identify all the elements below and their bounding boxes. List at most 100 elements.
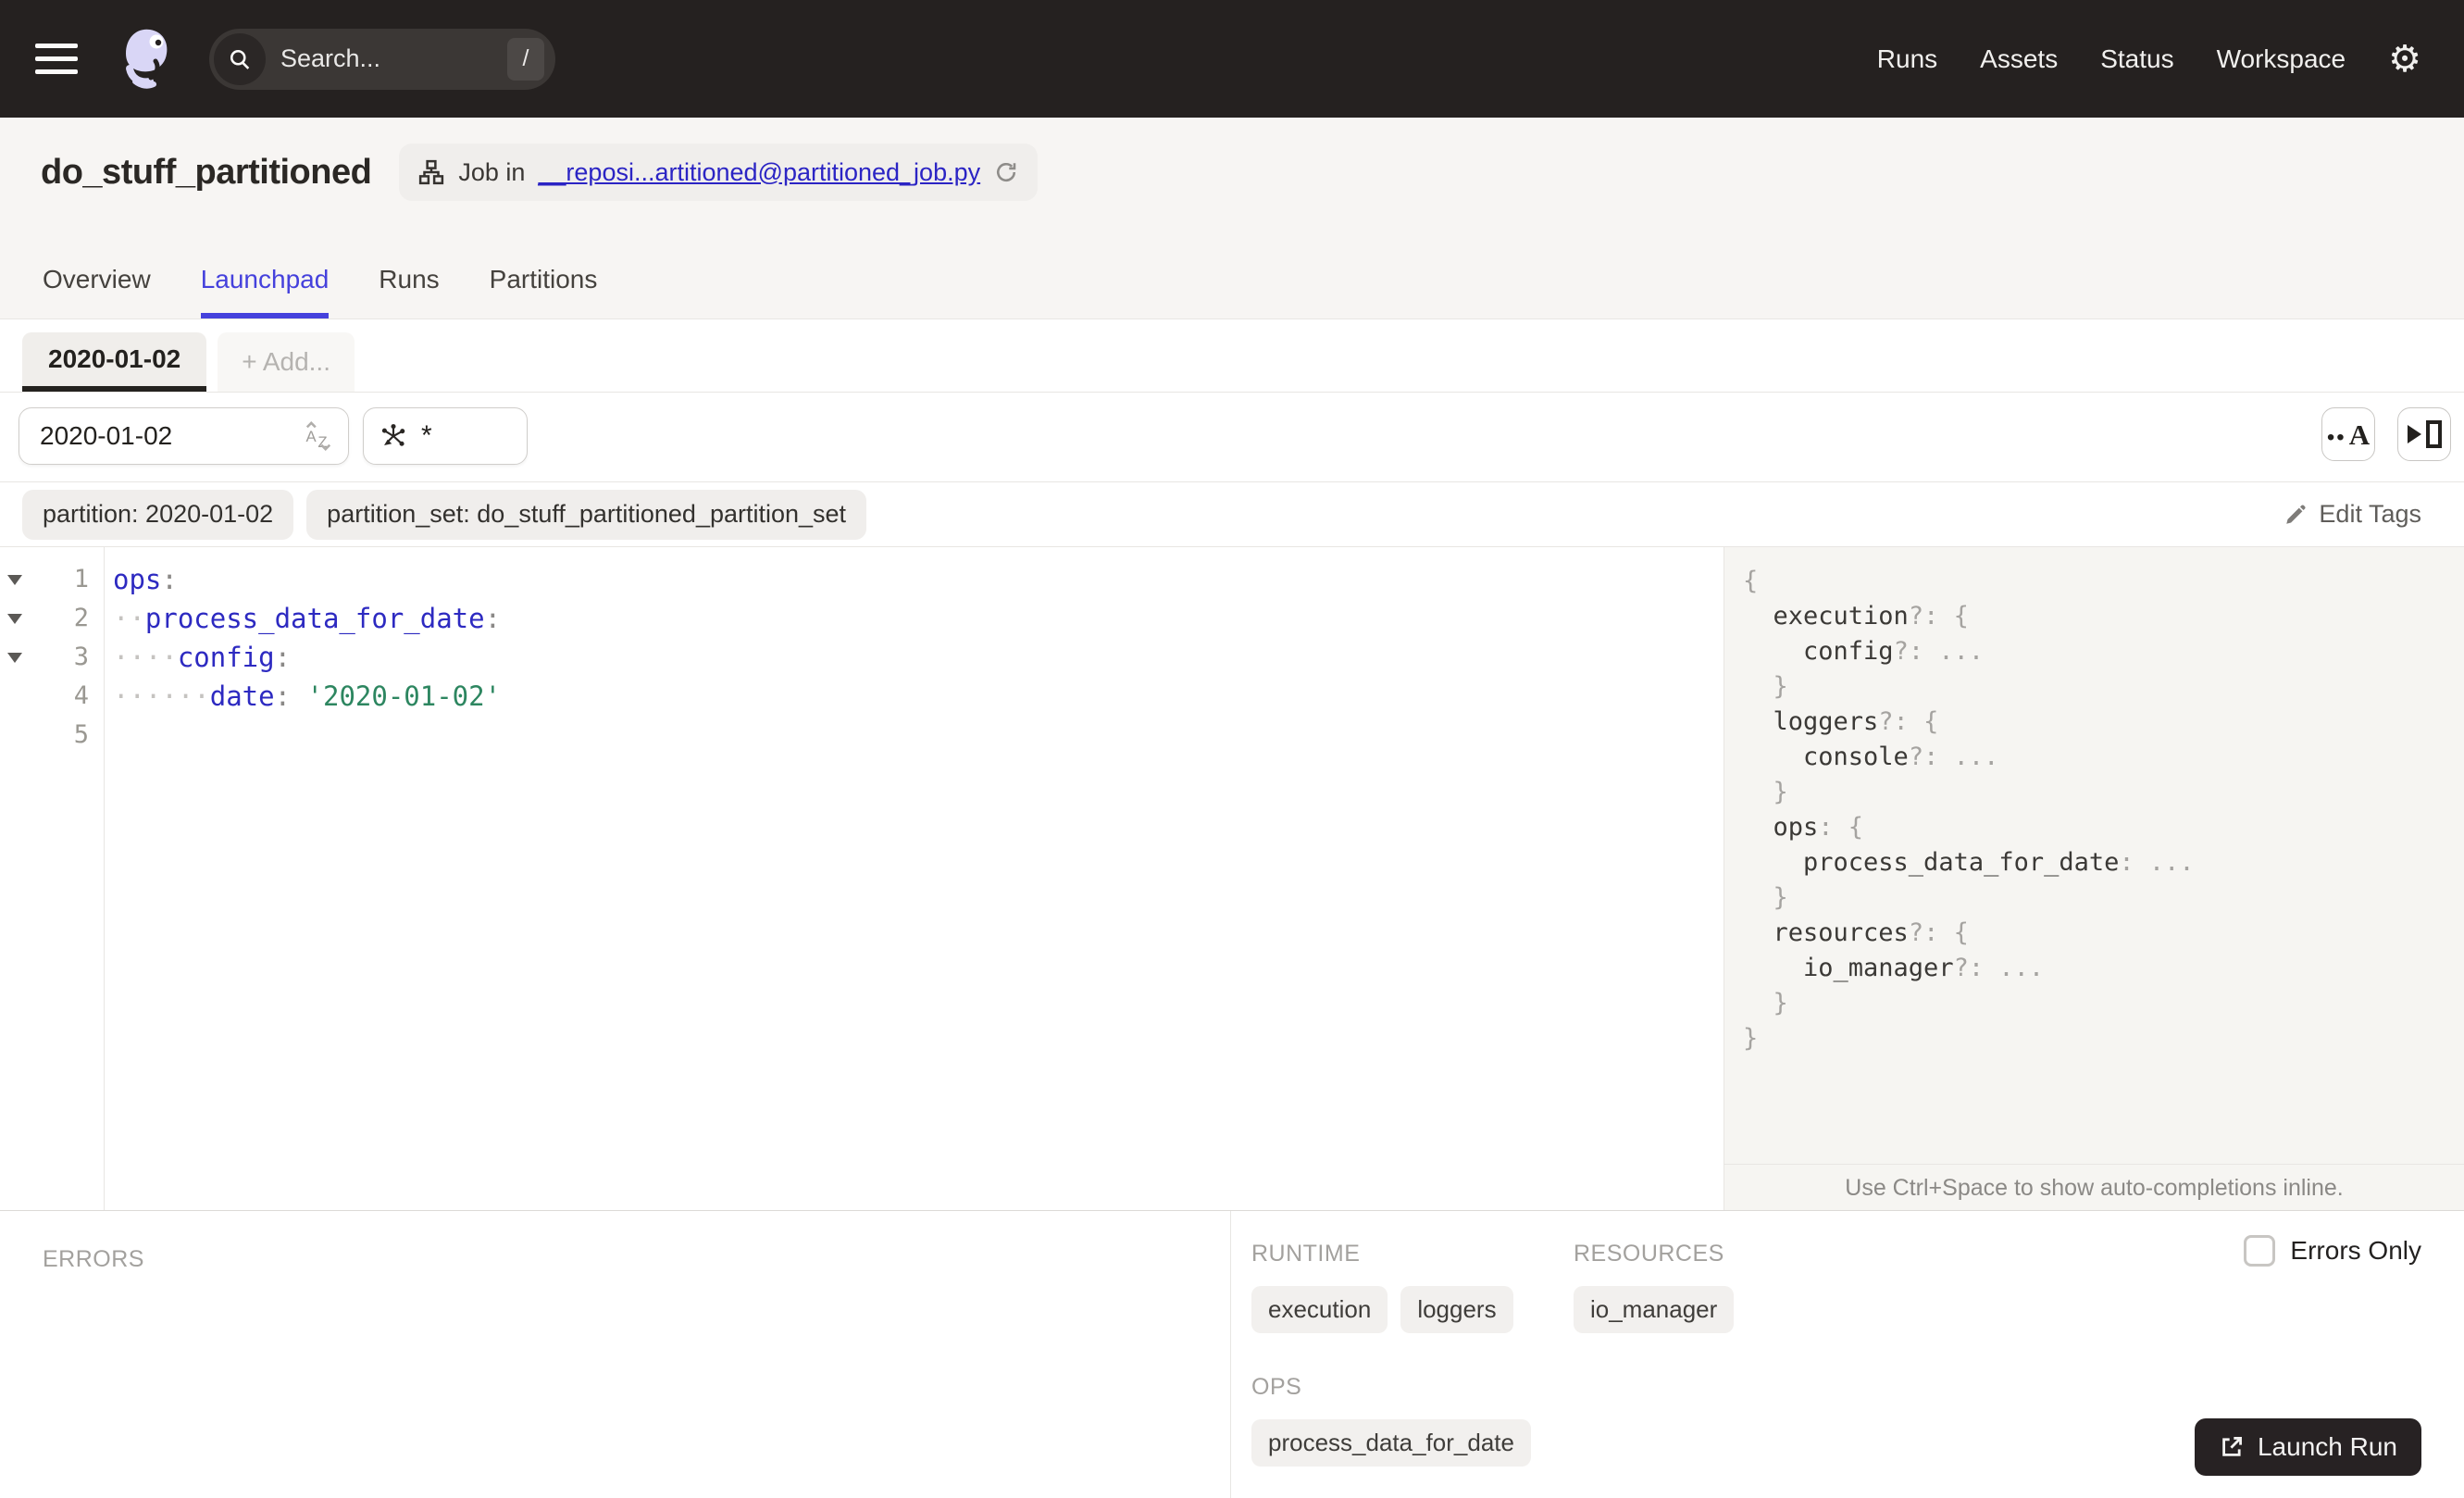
page-title: do_stuff_partitioned <box>41 152 372 192</box>
config-editor[interactable]: 1 ops: 2 ··process_data_for_date: 3 ····… <box>0 547 1724 1210</box>
config-chip-loggers[interactable]: loggers <box>1400 1286 1513 1333</box>
tab-launchpad[interactable]: Launchpad <box>200 265 330 318</box>
nav-link-runs[interactable]: Runs <box>1877 44 1937 74</box>
schema-line: } <box>1773 883 1788 912</box>
op-selector-input[interactable]: * <box>363 407 528 465</box>
tab-runs[interactable]: Runs <box>379 265 439 318</box>
op-selector-value: * <box>421 420 432 451</box>
gutter-divider <box>104 547 105 1210</box>
dots-a-icon: ••A <box>2326 418 2371 451</box>
schema-line: } <box>1743 1024 1759 1053</box>
config-chip-io-manager[interactable]: io_manager <box>1573 1286 1735 1333</box>
fold-arrow-icon[interactable] <box>7 653 22 663</box>
external-link-icon <box>2222 1437 2242 1456</box>
fold-arrow-icon[interactable] <box>7 575 22 585</box>
code-line[interactable]: ····config: <box>104 638 291 677</box>
launch-run-label: Launch Run <box>2257 1432 2397 1461</box>
schema-line: execution?: { <box>1773 602 1969 630</box>
errors-only-checkbox[interactable] <box>2244 1235 2276 1267</box>
editor-gutter: 2 <box>0 599 104 638</box>
code-line[interactable] <box>104 716 113 755</box>
editor-toolbar: ••A <box>2321 407 2451 461</box>
pencil-icon <box>2286 504 2306 524</box>
schema-line: } <box>1773 989 1788 1017</box>
schema-line: resources?: { <box>1773 918 1969 947</box>
sort-az-icon[interactable]: A Z <box>302 419 335 453</box>
nav-link-workspace[interactable]: Workspace <box>2217 44 2346 74</box>
reload-icon[interactable] <box>993 159 1019 185</box>
launchpad-workspace: 1 ops: 2 ··process_data_for_date: 3 ····… <box>0 547 2464 1210</box>
partition-selector[interactable]: A Z <box>19 407 349 465</box>
editor-line[interactable]: 5 <box>0 716 1724 755</box>
errors-section: ERRORS <box>0 1211 1231 1498</box>
config-tab-strip: 2020-01-02 + Add... <box>0 319 2464 393</box>
scaffold-config-button[interactable] <box>2397 407 2451 461</box>
edit-tags-button[interactable]: Edit Tags <box>2284 500 2421 529</box>
tab-overview[interactable]: Overview <box>43 265 151 318</box>
schema-line: ops: { <box>1773 813 1864 842</box>
top-navbar: / Runs Assets Status Workspace ⚙ <box>0 0 2464 118</box>
code-line[interactable]: ··process_data_for_date: <box>104 599 501 638</box>
search-icon <box>214 32 266 85</box>
schema-line: } <box>1773 672 1788 701</box>
whitespace-toggle-button[interactable]: ••A <box>2321 407 2375 461</box>
errors-only-control: Errors Only <box>2244 1235 2421 1267</box>
editor-gutter: 3 <box>0 638 104 677</box>
schema-line: process_data_for_date: ... <box>1803 848 2195 877</box>
editor-line[interactable]: 4 ······date: '2020-01-02' <box>0 677 1724 716</box>
job-badge-prefix: Job in <box>458 157 526 186</box>
launch-run-button[interactable]: Launch Run <box>2194 1418 2421 1476</box>
dagster-logo[interactable] <box>104 20 181 98</box>
editor-line[interactable]: 3 ····config: <box>0 638 1724 677</box>
op-selector-icon <box>381 424 405 446</box>
tags-row: partition: 2020-01-02 partition_set: do_… <box>0 482 2464 547</box>
config-schema-panel: { execution?: { config?: ... } loggers?:… <box>1724 547 2464 1210</box>
partition-select-input[interactable] <box>19 421 302 451</box>
code-line[interactable]: ops: <box>104 560 178 599</box>
editor-gutter: 4 <box>0 677 104 716</box>
line-number: 2 <box>73 604 89 632</box>
fold-arrow-icon[interactable] <box>7 614 22 624</box>
svg-text:A: A <box>306 428 317 445</box>
ops-section-label: OPS <box>1251 1374 1302 1400</box>
line-number: 5 <box>73 720 89 749</box>
tab-partitions[interactable]: Partitions <box>490 265 598 318</box>
schema-line: } <box>1773 778 1788 806</box>
search-input[interactable] <box>266 44 507 73</box>
schema-line: io_manager?: ... <box>1803 954 2045 982</box>
schema-line: { <box>1743 567 1759 595</box>
hamburger-menu-icon[interactable] <box>35 44 78 74</box>
settings-gear-icon[interactable]: ⚙ <box>2388 41 2421 78</box>
job-tabs: Overview Launchpad Runs Partitions <box>43 265 597 318</box>
line-number: 4 <box>73 681 89 710</box>
tag-pill-partition: partition: 2020-01-02 <box>22 489 294 540</box>
edit-tags-label: Edit Tags <box>2319 500 2421 528</box>
schema-line: console?: ... <box>1803 743 1999 771</box>
line-number: 1 <box>73 565 89 593</box>
errors-section-label: ERRORS <box>43 1246 144 1272</box>
dagster-app-window: / Runs Assets Status Workspace ⚙ do_stuf… <box>0 0 2464 1498</box>
nav-links: Runs Assets Status Workspace <box>1877 44 2346 74</box>
tag-pill-partition-set: partition_set: do_stuff_partitioned_part… <box>306 489 867 540</box>
global-search[interactable]: / <box>209 28 555 90</box>
schema-line: loggers?: { <box>1773 707 1939 736</box>
editor-gutter: 5 <box>0 716 104 755</box>
job-location-link[interactable]: __reposi...artitioned@partitioned_job.py <box>538 158 980 187</box>
nav-link-assets[interactable]: Assets <box>1980 44 2058 74</box>
add-config-tab-button[interactable]: + Add... <box>218 332 355 392</box>
autocomplete-hint: Use Ctrl+Space to show auto-completions … <box>1724 1164 2464 1210</box>
config-chip-execution[interactable]: execution <box>1251 1286 1388 1333</box>
selector-row: A Z * ••A <box>0 393 2464 482</box>
nav-link-status[interactable]: Status <box>2100 44 2173 74</box>
editor-line[interactable]: 1 ops: <box>0 560 1724 599</box>
config-chip-process-data-for-date[interactable]: process_data_for_date <box>1251 1419 1531 1467</box>
resources-section-label: RESOURCES <box>1573 1241 1724 1267</box>
code-line[interactable]: ······date: '2020-01-02' <box>104 677 501 716</box>
job-icon <box>419 159 444 185</box>
editor-line[interactable]: 2 ··process_data_for_date: <box>0 599 1724 638</box>
octopus-logo-icon <box>126 29 168 89</box>
config-tab-2020-01-02[interactable]: 2020-01-02 <box>22 332 207 392</box>
schema-line: config?: ... <box>1803 637 1985 666</box>
job-header: do_stuff_partitioned Job in __reposi...a… <box>0 118 2464 319</box>
job-location-badge: Job in __reposi...artitioned@partitioned… <box>399 144 1039 201</box>
